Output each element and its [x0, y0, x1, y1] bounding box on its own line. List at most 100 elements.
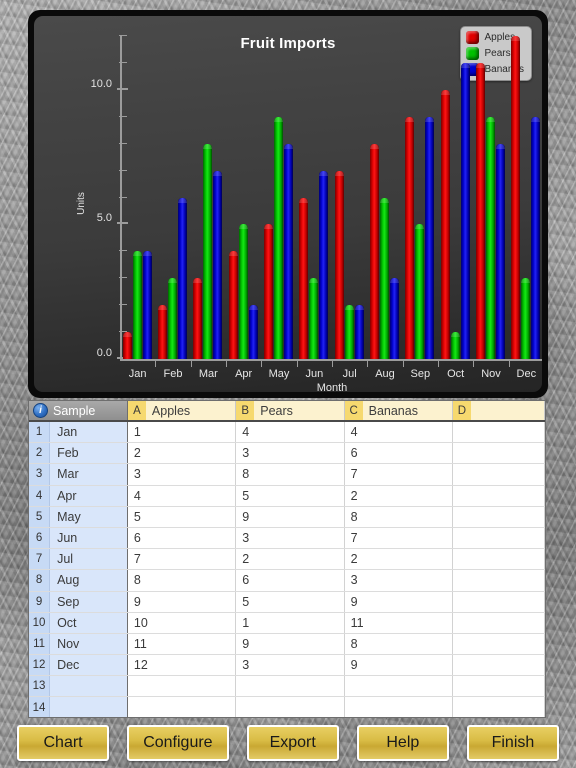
table-cell-b4[interactable]: 5	[236, 485, 345, 506]
table-cell-a10[interactable]: 10	[127, 612, 237, 633]
table-cell-a7[interactable]: 7	[127, 549, 237, 570]
table-cell-c14[interactable]	[344, 697, 453, 717]
table-cell-a1[interactable]: 1	[127, 422, 237, 443]
configure-button[interactable]: Configure	[127, 725, 229, 761]
table-corner-header[interactable]: i Sample	[29, 401, 128, 420]
table-cell-c1[interactable]: 4	[344, 422, 453, 443]
table-cell-d10[interactable]	[452, 612, 545, 633]
table-cell-c2[interactable]: 6	[344, 443, 453, 464]
row-number[interactable]: 12	[29, 655, 51, 676]
row-number[interactable]: 4	[29, 485, 51, 506]
row-label-cell[interactable]: Jan	[50, 422, 128, 443]
row-number[interactable]: 13	[29, 676, 51, 697]
table-cell-c6[interactable]: 7	[344, 527, 453, 549]
table-cell-d13[interactable]	[452, 676, 545, 697]
table-cell-c12[interactable]: 9	[344, 655, 453, 676]
table-cell-c13[interactable]	[344, 676, 453, 697]
row-label-cell[interactable]: Jun	[50, 527, 128, 549]
table-cell-d5[interactable]	[452, 506, 545, 527]
row-number[interactable]: 2	[29, 443, 51, 464]
table-cell-c4[interactable]: 2	[344, 485, 453, 506]
row-label-cell[interactable]: Jul	[50, 549, 128, 570]
row-label-cell[interactable]: May	[50, 506, 128, 527]
table-cell-a14[interactable]	[127, 697, 237, 717]
table-cell-d4[interactable]	[452, 485, 545, 506]
table-cell-d11[interactable]	[452, 633, 545, 655]
column-header-c[interactable]: C Bananas	[344, 401, 453, 420]
row-number[interactable]: 3	[29, 464, 51, 485]
table-cell-c3[interactable]: 7	[344, 464, 453, 485]
row-number[interactable]: 9	[29, 591, 51, 612]
table-row[interactable]: 14	[29, 697, 545, 717]
table-cell-b9[interactable]: 5	[236, 591, 345, 612]
table-cell-b12[interactable]: 3	[236, 655, 345, 676]
table-cell-b8[interactable]: 6	[236, 570, 345, 591]
table-cell-b13[interactable]	[236, 676, 345, 697]
table-row[interactable]: 8 Aug 8 6 3	[29, 570, 545, 592]
row-label-cell[interactable]: Mar	[50, 464, 128, 485]
table-row[interactable]: 2 Feb 2 3 6	[29, 443, 545, 465]
row-label-cell[interactable]: Sep	[50, 591, 128, 612]
row-number[interactable]: 8	[29, 570, 51, 591]
table-row[interactable]: 11 Nov 11 9 8	[29, 633, 545, 656]
table-cell-a3[interactable]: 3	[127, 464, 237, 485]
table-cell-d12[interactable]	[452, 655, 545, 676]
column-header-a[interactable]: A Apples	[127, 401, 237, 420]
table-cell-c5[interactable]: 8	[344, 506, 453, 527]
table-cell-b2[interactable]: 3	[236, 443, 345, 464]
row-number[interactable]: 11	[29, 633, 51, 655]
table-cell-c7[interactable]: 2	[344, 549, 453, 570]
table-cell-a2[interactable]: 2	[127, 443, 237, 464]
table-cell-c11[interactable]: 8	[344, 633, 453, 655]
table-row[interactable]: 4 Apr 4 5 2	[29, 485, 545, 507]
table-cell-b3[interactable]: 8	[236, 464, 345, 485]
table-cell-b1[interactable]: 4	[236, 422, 345, 443]
row-number[interactable]: 14	[29, 697, 51, 717]
chart-button[interactable]: Chart	[17, 725, 110, 761]
row-number[interactable]: 5	[29, 506, 51, 527]
row-label-cell[interactable]: Feb	[50, 443, 128, 464]
row-number[interactable]: 7	[29, 549, 51, 570]
table-cell-b10[interactable]: 1	[236, 612, 345, 633]
table-row[interactable]: 6 Jun 6 3 7	[29, 527, 545, 550]
table-row[interactable]: 7 Jul 7 2 2	[29, 549, 545, 571]
table-cell-a4[interactable]: 4	[127, 485, 237, 506]
row-label-cell[interactable]: Apr	[50, 485, 128, 506]
row-label-cell[interactable]: Oct	[50, 612, 128, 633]
table-cell-b7[interactable]: 2	[236, 549, 345, 570]
row-number[interactable]: 6	[29, 527, 51, 549]
column-header-d[interactable]: D	[452, 401, 545, 420]
row-label-cell[interactable]: Nov	[50, 633, 128, 655]
table-row[interactable]: 10 Oct 10 1 11	[29, 612, 545, 634]
table-cell-a11[interactable]: 11	[127, 633, 237, 655]
help-button[interactable]: Help	[356, 725, 449, 761]
table-cell-a13[interactable]	[127, 676, 237, 697]
table-cell-d7[interactable]	[452, 549, 545, 570]
table-cell-a12[interactable]: 12	[127, 655, 237, 676]
info-icon[interactable]: i	[33, 403, 48, 418]
table-cell-a5[interactable]: 5	[127, 506, 237, 527]
table-row[interactable]: 1 Jan 1 4 4	[29, 422, 545, 444]
table-cell-a8[interactable]: 8	[127, 570, 237, 591]
table-cell-d2[interactable]	[452, 443, 545, 464]
table-cell-d9[interactable]	[452, 591, 545, 612]
table-cell-d6[interactable]	[452, 527, 545, 549]
row-number[interactable]: 1	[29, 422, 51, 443]
row-label-cell[interactable]: Dec	[50, 655, 128, 676]
table-cell-b5[interactable]: 9	[236, 506, 345, 527]
table-cell-d8[interactable]	[452, 570, 545, 591]
row-label-cell[interactable]	[50, 676, 128, 697]
row-label-cell[interactable]	[50, 697, 128, 717]
table-cell-b11[interactable]: 9	[236, 633, 345, 655]
row-number[interactable]: 10	[29, 612, 51, 633]
row-label-cell[interactable]: Aug	[50, 570, 128, 591]
table-cell-a9[interactable]: 9	[127, 591, 237, 612]
finish-button[interactable]: Finish	[466, 725, 559, 761]
table-cell-d14[interactable]	[452, 697, 545, 717]
table-cell-d3[interactable]	[452, 464, 545, 485]
table-row[interactable]: 12 Dec 12 3 9	[29, 655, 545, 677]
table-row[interactable]: 5 May 5 9 8	[29, 506, 545, 528]
table-cell-c10[interactable]: 11	[344, 612, 453, 633]
table-row[interactable]: 13	[29, 676, 545, 698]
table-cell-a6[interactable]: 6	[127, 527, 237, 549]
